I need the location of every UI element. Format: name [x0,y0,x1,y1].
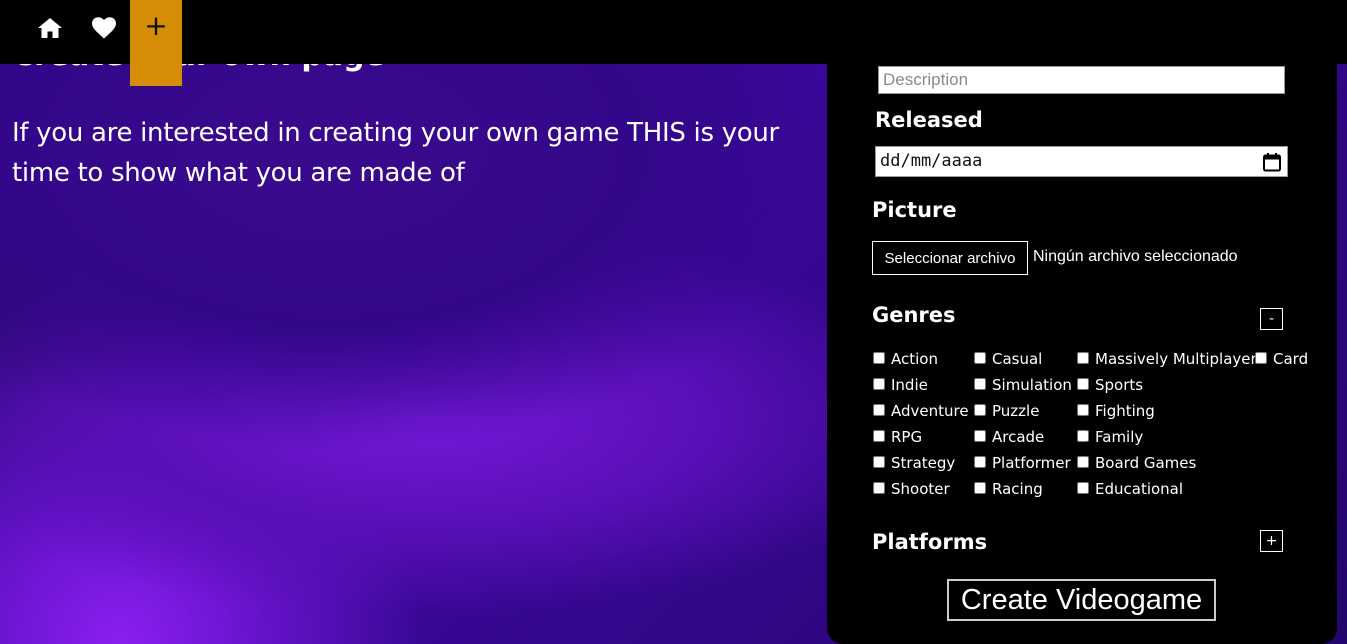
favorites-button[interactable] [78,0,130,56]
genre-checkbox[interactable] [1077,455,1089,468]
genre-option[interactable]: Puzzle [974,398,1072,424]
genre-option[interactable]: Massively Multiplayer [1077,346,1257,372]
genre-option[interactable]: Action [873,346,969,372]
platforms-label: Platforms [872,530,988,554]
genre-label: Family [1095,428,1144,446]
genre-checkbox[interactable] [873,429,885,442]
genre-label: Educational [1095,480,1184,498]
genre-option[interactable]: Shooter [873,476,969,502]
genre-label: Sports [1095,376,1144,394]
genre-option[interactable]: Casual [974,346,1072,372]
genre-option[interactable]: RPG [873,424,969,450]
genre-label: Puzzle [992,402,1040,420]
genre-label: Strategy [891,454,956,472]
file-status-text: Ningún archivo seleccionado [1033,248,1238,265]
genre-label: RPG [891,428,923,446]
released-date-input[interactable]: dd/mm/aaaa [875,146,1288,177]
top-navbar: + [0,0,1347,86]
genre-checkbox[interactable] [974,377,986,390]
genre-option[interactable]: Family [1077,424,1257,450]
genre-column: Casual Simulation Puzzle Arcade Platform… [974,346,1072,502]
genre-checkbox[interactable] [873,377,885,390]
genre-label: Shooter [891,480,950,498]
platforms-expand-button[interactable]: + [1260,530,1283,552]
genre-label: Massively Multiplayer [1095,350,1257,368]
genres-collapse-button[interactable]: - [1260,308,1283,330]
genre-option[interactable]: Arcade [974,424,1072,450]
genre-checkbox[interactable] [974,481,986,494]
genre-checkbox[interactable] [873,481,885,494]
genre-checkbox[interactable] [974,455,986,468]
genre-checkbox[interactable] [873,455,885,468]
genre-label: Indie [891,376,928,394]
genres-label: Genres [872,303,956,327]
home-button[interactable] [24,0,76,56]
genre-column: Action Indie Adventure RPG Strategy Shoo… [873,346,969,502]
genre-label: Action [891,350,938,368]
released-date-value: dd/mm/aaaa [880,151,983,171]
genre-checkbox[interactable] [1255,351,1267,364]
genre-label: Arcade [992,428,1045,446]
genre-checkbox[interactable] [974,403,986,416]
create-videogame-button[interactable]: Create Videogame [947,579,1216,621]
heart-icon [92,17,116,39]
genre-option[interactable]: Educational [1077,476,1257,502]
genre-column: Massively Multiplayer Sports Fighting Fa… [1077,346,1257,502]
genre-option[interactable]: Fighting [1077,398,1257,424]
genre-checkbox[interactable] [1077,481,1089,494]
genre-checkbox[interactable] [1077,429,1089,442]
genre-label: Fighting [1095,402,1155,420]
genre-option[interactable]: Platformer [974,450,1072,476]
genre-option[interactable]: Racing [974,476,1072,502]
calendar-icon[interactable] [1262,152,1282,172]
create-game-form: Description Released dd/mm/aaaa Picture … [827,40,1337,644]
genre-column: Card [1255,346,1308,372]
genre-label: Casual [992,350,1043,368]
genre-option[interactable]: Indie [873,372,969,398]
genre-label: Racing [992,480,1043,498]
genre-checkbox[interactable] [873,403,885,416]
genre-option[interactable]: Board Games [1077,450,1257,476]
genre-checkbox[interactable] [1077,351,1089,364]
genre-label: Board Games [1095,454,1197,472]
genre-option[interactable]: Card [1255,346,1308,372]
genre-checkbox[interactable] [1077,403,1089,416]
genre-checkbox[interactable] [1077,377,1089,390]
genre-checkbox[interactable] [974,351,986,364]
genre-label: Card [1273,350,1309,368]
genre-checkbox[interactable] [974,429,986,442]
released-label: Released [875,108,983,132]
genre-checkbox[interactable] [873,351,885,364]
genre-label: Simulation [992,376,1072,394]
description-input[interactable]: Description [878,66,1285,94]
genre-option[interactable]: Sports [1077,372,1257,398]
genre-label: Adventure [891,402,969,420]
plus-icon: + [144,9,168,42]
hero-description: If you are interested in creating your o… [12,118,779,188]
genre-option[interactable]: Simulation [974,372,1072,398]
genre-option[interactable]: Adventure [873,398,969,424]
picture-label: Picture [872,198,957,222]
genre-option[interactable]: Strategy [873,450,969,476]
genre-label: Platformer [992,454,1071,472]
file-select-button[interactable]: Seleccionar archivo [872,241,1028,275]
create-game-button[interactable]: + [130,0,182,86]
home-icon [38,18,62,38]
